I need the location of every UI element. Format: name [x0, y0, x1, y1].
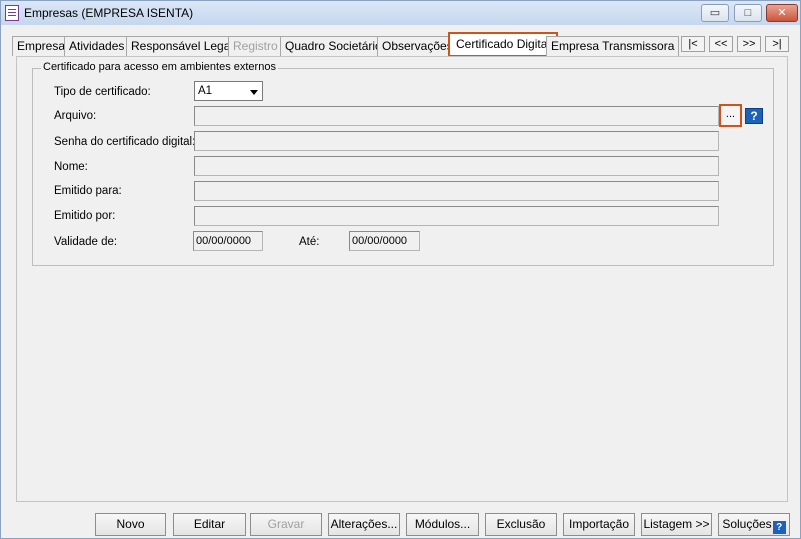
tab-observacoes[interactable]: Observações	[377, 36, 458, 56]
minimize-button[interactable]: ▭	[701, 4, 729, 22]
tab-atividades[interactable]: Atividades	[64, 36, 130, 56]
app-icon	[5, 5, 19, 21]
arquivo-field[interactable]	[194, 106, 719, 126]
senha-label: Senha do certificado digital:	[54, 136, 196, 148]
importacao-button[interactable]: Importação	[563, 513, 635, 536]
tab-empresa-transmissora[interactable]: Empresa Transmissora	[546, 36, 680, 56]
title-bar: Empresas (EMPRESA ISENTA) ▭ □ ✕	[1, 1, 800, 25]
tab-empresa[interactable]: Empresa	[12, 36, 71, 56]
solucoes-label: Soluções	[722, 517, 772, 531]
arquivo-label: Arquivo:	[54, 110, 97, 122]
ate-label: Até:	[299, 236, 320, 248]
alteracoes-button[interactable]: Alterações...	[328, 513, 400, 536]
nav-prev-button[interactable]: <<	[709, 36, 733, 52]
emitido-por-label: Emitido por:	[54, 210, 116, 222]
close-button[interactable]: ✕	[766, 4, 798, 22]
validade-label: Validade de:	[54, 236, 118, 248]
validade-de-field: 00/00/0000	[193, 231, 263, 251]
close-icon: ✕	[777, 7, 787, 19]
tab-responsavel-legal[interactable]: Responsável Legal	[126, 36, 239, 56]
tipo-certificado-select[interactable]: A1	[194, 81, 263, 101]
nav-first-button[interactable]: |<	[681, 36, 705, 52]
emitido-por-field	[194, 206, 719, 226]
emitido-para-label: Emitido para:	[54, 185, 122, 197]
maximize-icon: □	[744, 7, 752, 19]
nome-field	[194, 156, 719, 176]
help-icon: ?	[772, 521, 786, 534]
window-title: Empresas (EMPRESA ISENTA)	[24, 6, 194, 20]
chevron-down-icon	[250, 90, 258, 95]
browse-file-button[interactable]: ...	[719, 104, 742, 127]
listagem-button[interactable]: Listagem >>	[641, 513, 712, 536]
emitido-para-field	[194, 181, 719, 201]
editar-button[interactable]: Editar	[173, 513, 246, 536]
tab-certificado-digital[interactable]: Certificado Digital	[448, 32, 559, 57]
tab-registro: Registro	[228, 36, 283, 56]
maximize-button[interactable]: □	[734, 4, 762, 22]
tipo-certificado-label: Tipo de certificado:	[54, 86, 151, 98]
nome-label: Nome:	[54, 161, 88, 173]
modulos-button[interactable]: Módulos...	[406, 513, 479, 536]
nav-last-button[interactable]: >|	[765, 36, 789, 52]
exclusao-button[interactable]: Exclusão	[485, 513, 557, 536]
validade-ate-field: 00/00/0000	[349, 231, 420, 251]
tipo-certificado-value: A1	[198, 85, 213, 97]
solucoes-button[interactable]: Soluções?	[718, 513, 790, 536]
gravar-button: Gravar	[250, 513, 322, 536]
novo-button[interactable]: Novo	[95, 513, 166, 536]
senha-field[interactable]	[194, 131, 719, 151]
minimize-icon: ▭	[709, 7, 721, 19]
window: Empresas (EMPRESA ISENTA) ▭ □ ✕ Empresa …	[0, 0, 801, 539]
help-icon[interactable]: ?	[745, 108, 763, 124]
group-title: Certificado para acesso em ambientes ext…	[41, 61, 278, 73]
tab-quadro-societario[interactable]: Quadro Societário	[280, 36, 387, 56]
nav-next-button[interactable]: >>	[737, 36, 761, 52]
